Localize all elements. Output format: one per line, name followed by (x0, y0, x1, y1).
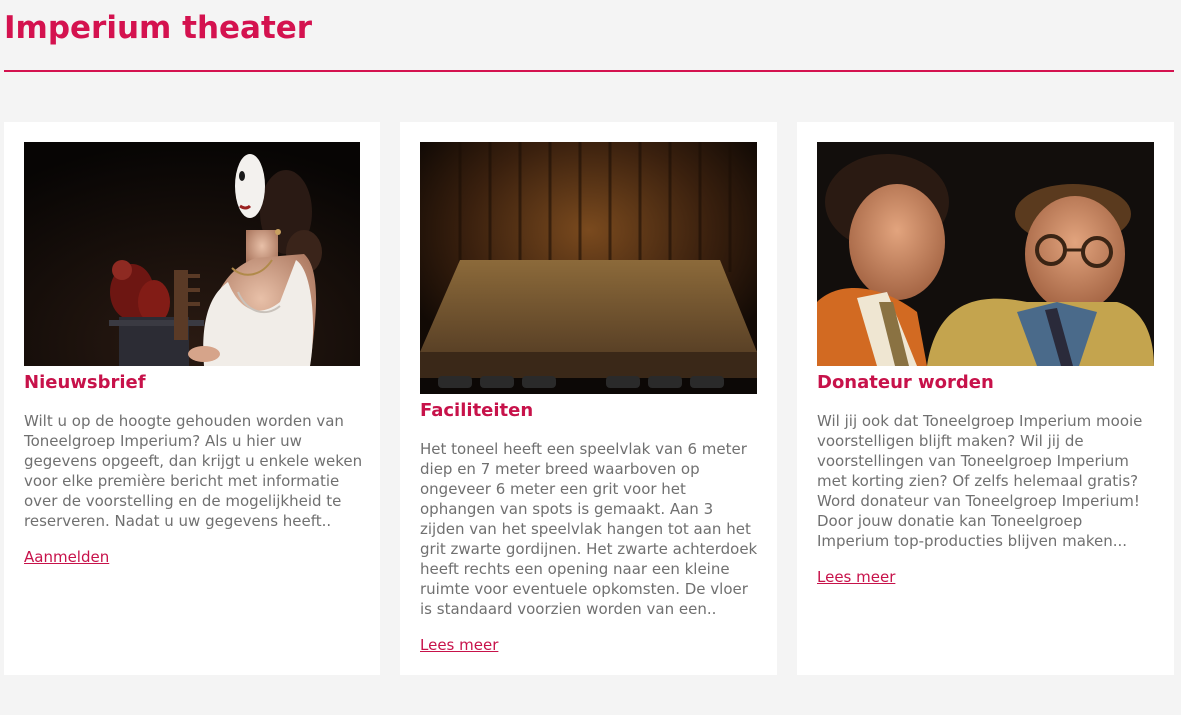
lees-meer-link[interactable]: Lees meer (420, 635, 498, 655)
card-faciliteiten: Faciliteiten Het toneel heeft een speelv… (400, 122, 777, 675)
card-nieuwsbrief: Nieuwsbrief Wilt u op de hoogte gehouden… (4, 122, 380, 675)
lees-meer-link[interactable]: Lees meer (817, 567, 895, 587)
card-text: Wil jij ook dat Toneelgroep Imperium moo… (817, 412, 1143, 550)
card-donateur-worden: Donateur worden Wil jij ook dat Toneelgr… (797, 122, 1174, 675)
site-title: Imperium theater (4, 10, 313, 46)
title-divider (4, 70, 1174, 72)
photo-masked-actress (24, 142, 360, 366)
card-text: Het toneel heeft een speelvlak van 6 met… (420, 440, 758, 618)
card-title: Faciliteiten (420, 400, 534, 421)
card-text: Wilt u op de hoogte gehouden worden van … (24, 412, 363, 530)
aanmelden-link[interactable]: Aanmelden (24, 547, 109, 567)
photo-empty-stage (420, 142, 757, 394)
card-title: Nieuwsbrief (24, 372, 146, 393)
photo-two-actors (817, 142, 1154, 366)
card-title: Donateur worden (817, 372, 994, 393)
